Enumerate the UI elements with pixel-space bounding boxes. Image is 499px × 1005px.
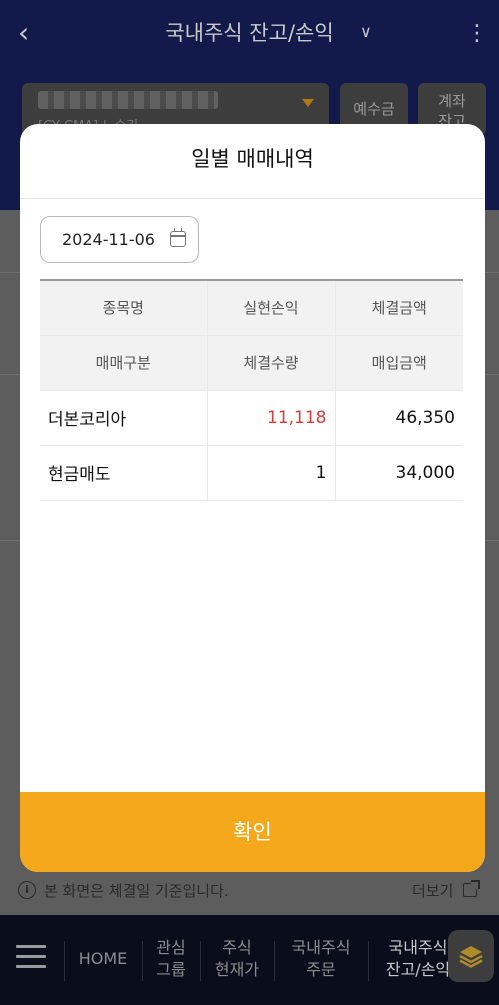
nav-label: 주식 [222, 938, 252, 957]
nav-label: HOME [78, 949, 128, 968]
nav-label: 주문 [306, 960, 336, 979]
divider [20, 198, 485, 199]
cell-purchase-amount: 34,000 [335, 445, 463, 501]
daily-trade-history-modal: 일별 매매내역 2024-11-06 종목명 실현손익 체결금액 매매구분 체결… [20, 124, 485, 872]
column-header-exec-qty: 체결수량 [207, 335, 336, 391]
nav-item-stock-price[interactable]: 주식현재가 [202, 929, 272, 989]
trade-history-table: 종목명 실현손익 체결금액 매매구분 체결수량 매입금액 더본코리아 11,11… [40, 279, 463, 501]
table-header-row: 매매구분 체결수량 매입금액 [40, 335, 463, 391]
nav-item-watch-group[interactable]: 관심그룹 [144, 929, 198, 989]
column-header-purchase-amount: 매입금액 [335, 335, 463, 391]
more-vertical-icon[interactable]: ⋮ [466, 18, 488, 50]
nav-separator [274, 941, 275, 981]
table-header-row: 종목명 실현손익 체결금액 [40, 280, 463, 336]
footer-note-text: 본 화면은 체결일 기준입니다. [44, 881, 229, 900]
nav-separator [368, 941, 369, 981]
modal-title: 일별 매매내역 [191, 147, 314, 171]
nav-label: 관심 [156, 938, 186, 957]
column-header-trade-type: 매매구분 [40, 335, 208, 391]
more-link[interactable]: 더보기 [412, 878, 481, 902]
calendar-icon[interactable] [170, 228, 186, 247]
dropdown-caret-icon [302, 99, 314, 107]
footer-note: i 본 화면은 체결일 기준입니다. [18, 878, 229, 902]
nav-separator [142, 941, 143, 981]
cell-exec-qty: 1 [207, 445, 336, 501]
nav-label: 국내주식 [291, 938, 351, 957]
bottom-nav: HOME 관심그룹 주식현재가 국내주식주문 국내주식잔고/손익 [0, 915, 499, 1005]
nav-label: 현재가 [214, 960, 260, 979]
nav-label: 잔고/손익 [385, 960, 451, 979]
nav-label: 국내주식 [388, 938, 448, 957]
more-link-label: 더보기 [412, 881, 454, 900]
cell-realized-pl: 11,118 [207, 390, 336, 446]
nav-item-home[interactable]: HOME [66, 929, 140, 989]
nav-item-domestic-order[interactable]: 국내주식주문 [276, 929, 366, 989]
date-picker-field[interactable]: 2024-11-06 [40, 216, 199, 263]
hamburger-menu-icon[interactable] [16, 945, 46, 969]
cell-exec-amount: 46,350 [335, 390, 463, 446]
info-icon: i [18, 881, 36, 899]
nav-label: 그룹 [156, 960, 186, 979]
nav-separator [200, 941, 201, 981]
account-balance-label-line1: 계좌 [438, 92, 466, 110]
table-row: 더본코리아 11,118 46,350 [40, 390, 463, 446]
column-header-stock-name: 종목명 [40, 280, 208, 336]
column-header-realized-pl: 실현손익 [207, 280, 336, 336]
confirm-button[interactable]: 확인 [20, 792, 485, 872]
cell-stock-name: 더본코리아 [40, 390, 208, 446]
external-link-icon [463, 880, 481, 897]
page-title[interactable]: 국내주식 잔고/손익 [0, 16, 499, 50]
nav-separator [64, 941, 65, 981]
date-value: 2024-11-06 [62, 230, 155, 249]
layers-icon[interactable] [448, 930, 494, 982]
column-header-exec-amount: 체결금액 [335, 280, 463, 336]
chevron-down-icon[interactable]: ∨ [360, 22, 382, 44]
cell-trade-type: 현금매도 [40, 445, 208, 501]
table-row: 현금매도 1 34,000 [40, 445, 463, 501]
account-number-masked [38, 91, 218, 109]
